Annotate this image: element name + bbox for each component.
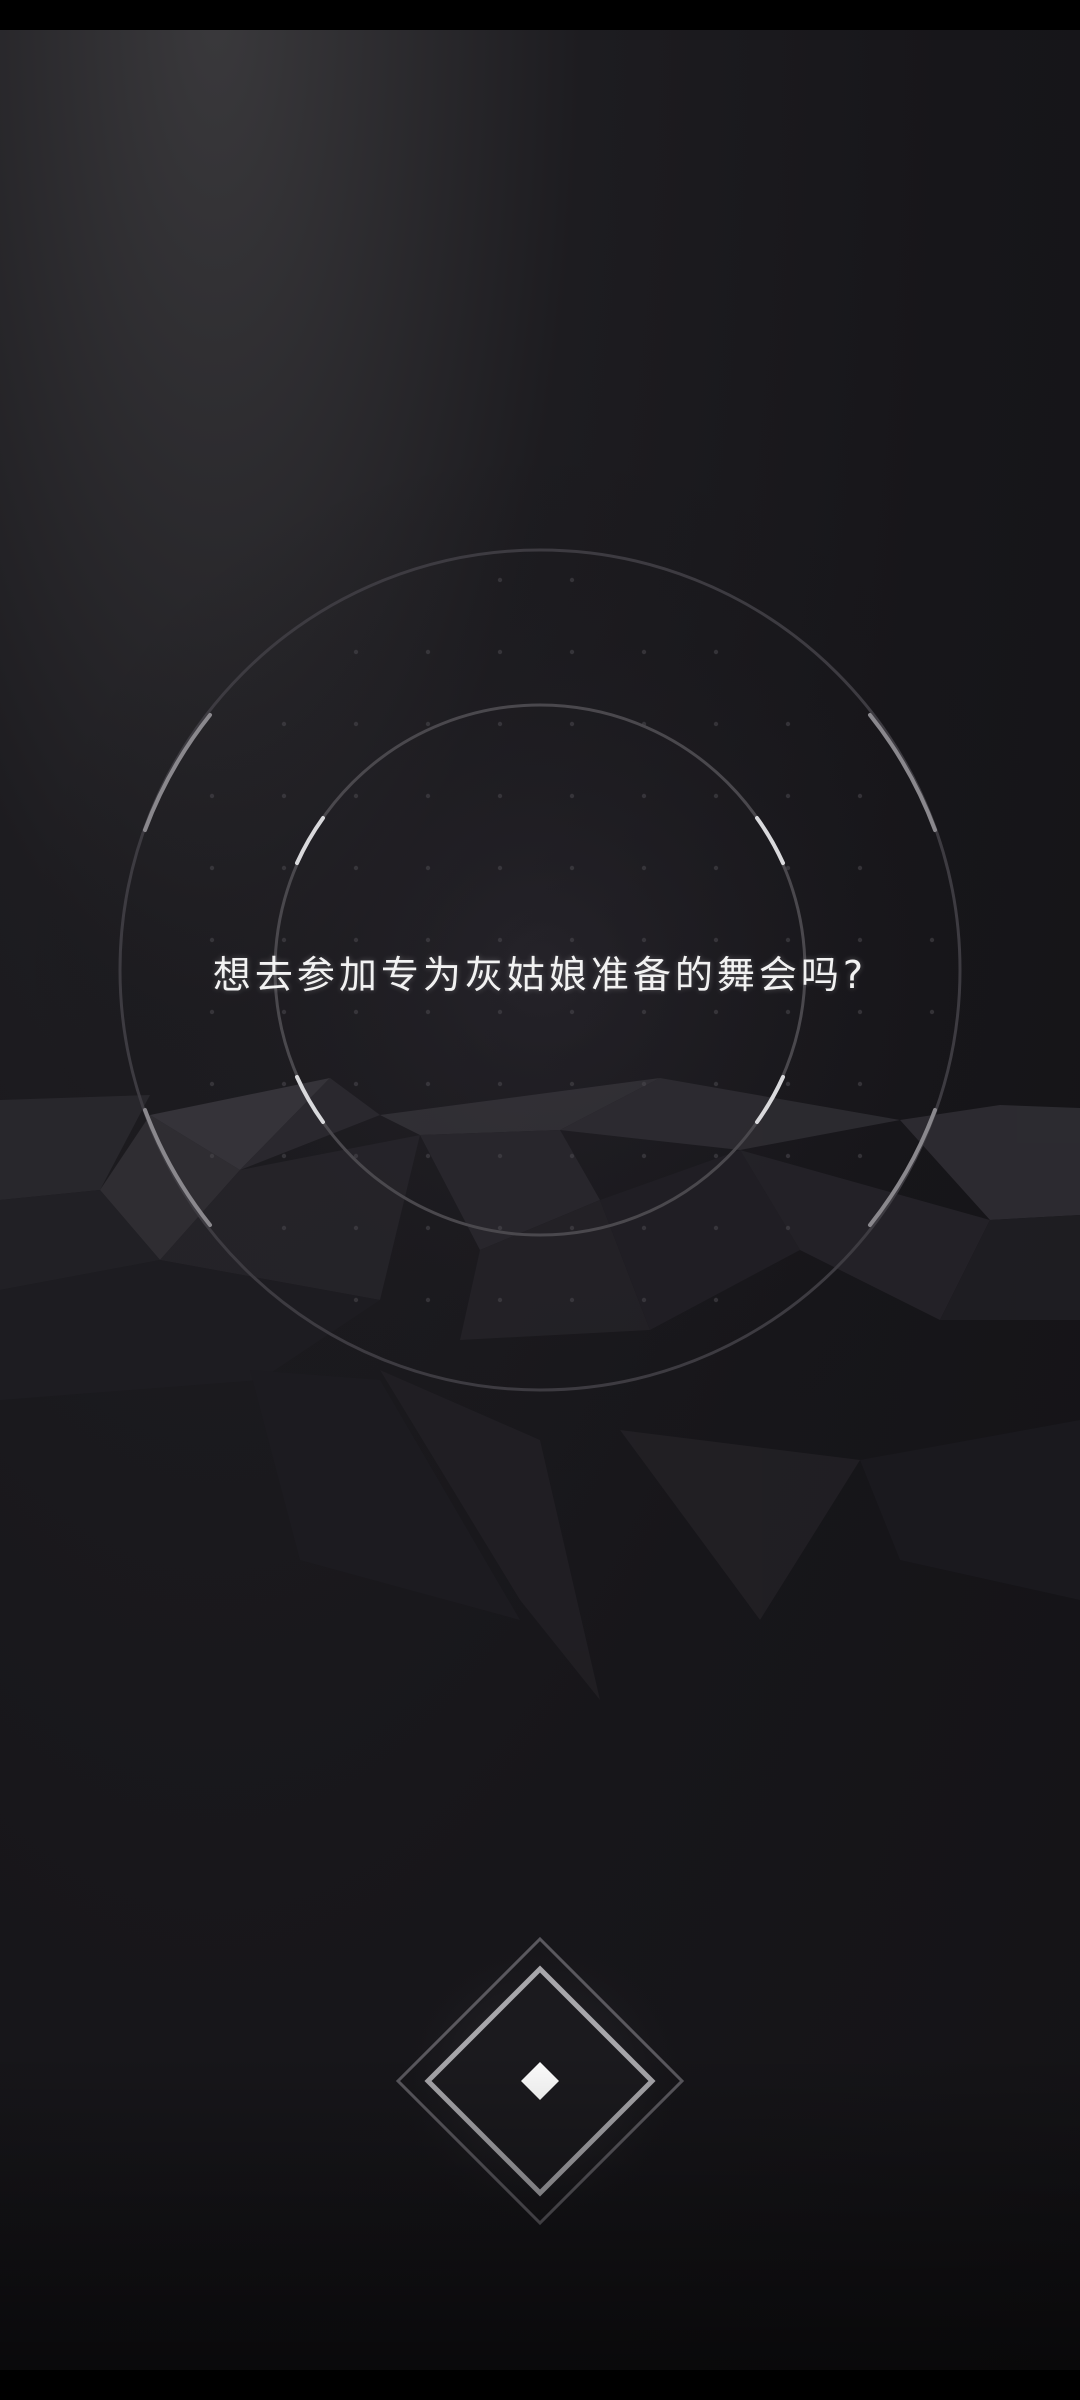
dialog-prompt: 想去参加专为灰姑娘准备的舞会吗? [212,953,868,997]
status-bar [0,0,1080,30]
navigation-bar [0,2370,1080,2400]
bottom-vignette [0,2050,1080,2370]
game-screen: 想去参加专为灰姑娘准备的舞会吗? [0,0,1080,2400]
